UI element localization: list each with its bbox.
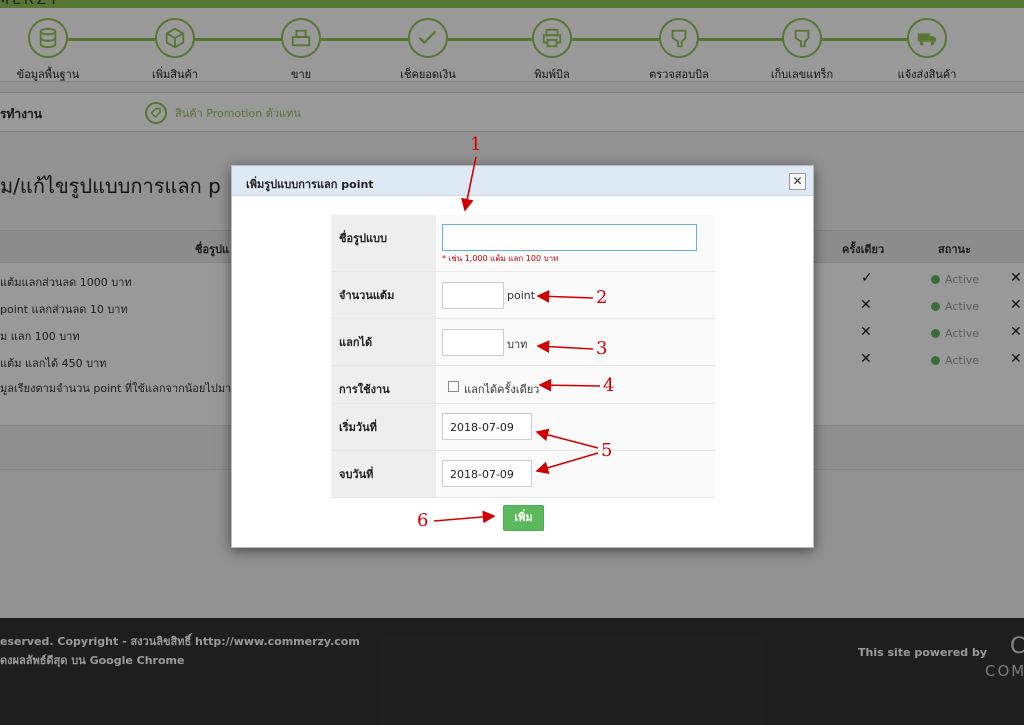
form-row-end-date: จบวันที่ 2018-07-09 <box>331 451 715 498</box>
end-date-label: จบวันที่ <box>331 451 436 497</box>
points-input[interactable] <box>442 282 504 309</box>
points-unit: point <box>507 289 536 302</box>
name-label: ชื่อรูปแบบ <box>331 215 436 271</box>
points-label: จำนวนแต้ม <box>331 272 436 318</box>
annotation-3: 3 <box>596 338 608 359</box>
annotation-2: 2 <box>596 287 608 308</box>
form-row-usage: การใช้งาน แลกได้ครั้งเดียว <box>331 366 715 404</box>
once-checkbox[interactable] <box>448 381 459 392</box>
once-checkbox-label[interactable]: แลกได้ครั้งเดียว <box>464 380 539 398</box>
add-button[interactable]: เพิ่ม <box>503 505 544 531</box>
form-row-start-date: เริ่มวันที่ 2018-07-09 <box>331 404 715 451</box>
annotation-6: 6 <box>417 510 429 531</box>
modal-header: เพิ่มรูปแบบการแลก point ✕ <box>232 166 813 196</box>
exchange-unit: บาท <box>507 338 528 351</box>
start-date-label: เริ่มวันที่ <box>331 404 436 450</box>
add-exchange-modal: เพิ่มรูปแบบการแลก point ✕ ชื่อรูปแบบ * เ… <box>231 165 814 548</box>
close-button[interactable]: ✕ <box>789 173 806 190</box>
name-input[interactable] <box>442 224 697 251</box>
form-row-name: ชื่อรูปแบบ * เช่น 1,000 แต้ม แลก 100 บาท <box>331 215 715 272</box>
name-hint: * เช่น 1,000 แต้ม แลก 100 บาท <box>442 254 559 263</box>
annotation-1: 1 <box>470 134 482 155</box>
start-date-input[interactable]: 2018-07-09 <box>442 413 532 440</box>
exchange-form: ชื่อรูปแบบ * เช่น 1,000 แต้ม แลก 100 บาท… <box>331 215 715 498</box>
annotation-4: 4 <box>603 375 615 396</box>
exchange-input[interactable] <box>442 329 504 356</box>
exchange-label: แลกได้ <box>331 319 436 365</box>
usage-label: การใช้งาน <box>331 366 436 403</box>
form-row-points: จำนวนแต้ม point <box>331 272 715 319</box>
end-date-input[interactable]: 2018-07-09 <box>442 460 532 487</box>
annotation-5: 5 <box>601 440 613 461</box>
form-row-exchange: แลกได้ บาท <box>331 319 715 366</box>
modal-title: เพิ่มรูปแบบการแลก point <box>246 178 374 191</box>
